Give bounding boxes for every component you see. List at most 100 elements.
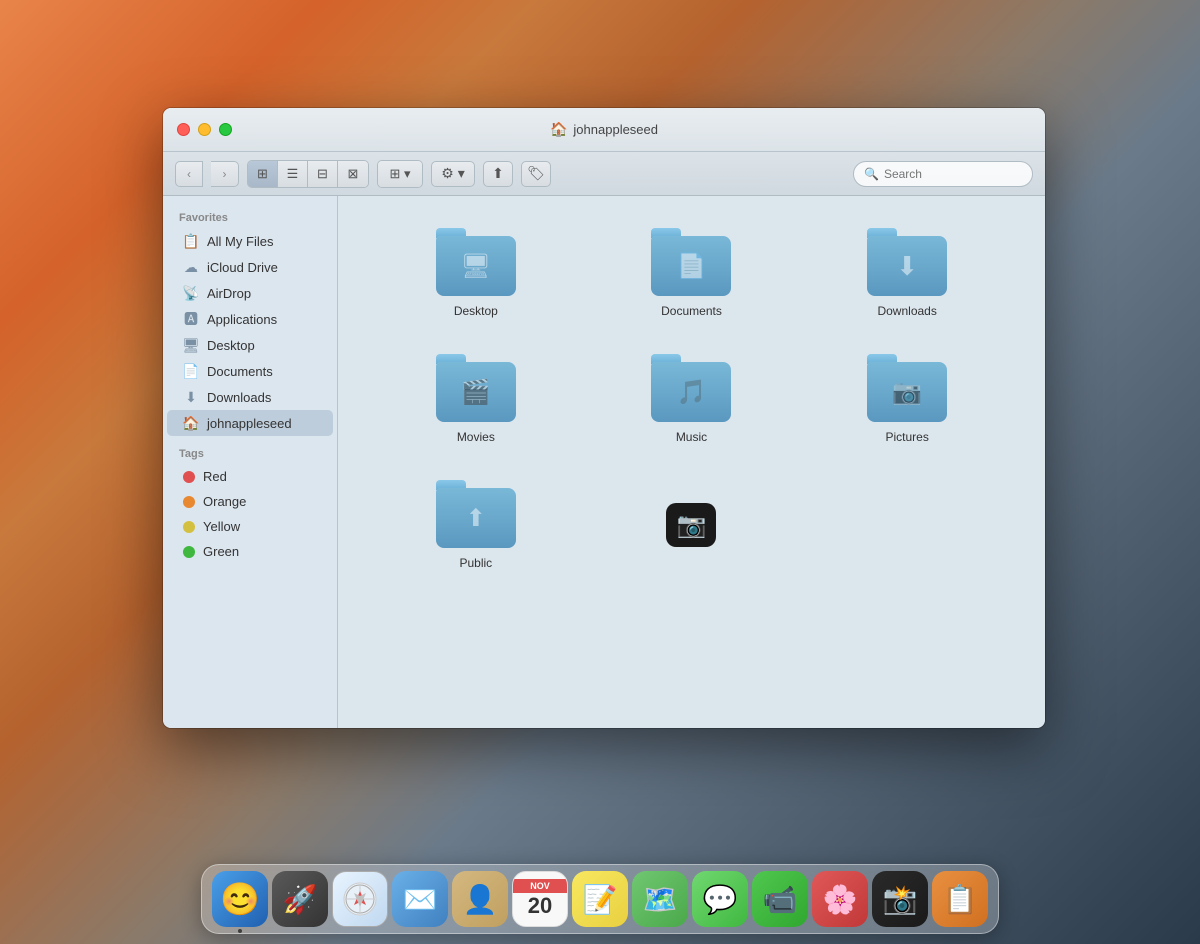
window-controls — [177, 123, 232, 136]
folder-label-desktop: Desktop — [454, 304, 498, 318]
file-grid: 🖥 Desktop 📄 Documents — [338, 196, 1045, 602]
folder-icon-music: 🎵 — [651, 354, 731, 422]
file-grid-container: 🖥 Desktop 📄 Documents — [338, 196, 1045, 728]
close-button[interactable] — [177, 123, 190, 136]
coverflow-view-button[interactable]: ⊠ — [338, 161, 368, 187]
airdrop-icon: 📡 — [183, 285, 199, 301]
folder-label-downloads: Downloads — [877, 304, 936, 318]
nav-back-button[interactable]: ‹ — [175, 161, 203, 187]
folder-icon-desktop: 🖥 — [436, 228, 516, 296]
camera-icon: 📷 — [666, 503, 716, 547]
dock-facetime[interactable]: 📹 — [752, 871, 808, 927]
maximize-button[interactable] — [219, 123, 232, 136]
sidebar-item-applications[interactable]: 🅰 Applications — [167, 306, 333, 332]
folder-documents[interactable]: 📄 Documents — [584, 220, 800, 326]
view-mode-group: ⊞ ☰ ⊟ ⊠ — [247, 160, 369, 188]
folder-icon-public: ⬆ — [436, 480, 516, 548]
tag-button[interactable]: 🏷 — [521, 161, 551, 187]
folder-icon-pictures: 📷 — [867, 354, 947, 422]
folder-label-music: Music — [676, 430, 707, 444]
applications-label: Applications — [207, 312, 277, 327]
dock-photo-stream[interactable]: 🌸 — [812, 871, 868, 927]
dock-safari[interactable] — [332, 871, 388, 927]
all-my-files-icon: 📋 — [183, 233, 199, 249]
minimize-button[interactable] — [198, 123, 211, 136]
sidebar-item-airdrop[interactable]: 📡 AirDrop — [167, 280, 333, 306]
folder-pictures[interactable]: 📷 Pictures — [799, 346, 1015, 452]
home-sidebar-icon: 🏠 — [183, 415, 199, 431]
folder-music[interactable]: 🎵 Music — [584, 346, 800, 452]
yellow-tag-label: Yellow — [203, 519, 240, 534]
finder-window: 🏠 johnappleseed ‹ › ⊞ ☰ ⊟ ⊠ ⊞ ▾ ⚙ ▾ ⬆ 🏷 … — [163, 108, 1045, 728]
icloud-drive-label: iCloud Drive — [207, 260, 278, 275]
sidebar-item-icloud-drive[interactable]: ☁ iCloud Drive — [167, 254, 333, 280]
downloads-label: Downloads — [207, 390, 271, 405]
applications-icon: 🅰 — [183, 311, 199, 327]
folder-desktop[interactable]: 🖥 Desktop — [368, 220, 584, 326]
folder-label-public: Public — [459, 556, 492, 570]
dock-finder[interactable]: 😊 — [212, 871, 268, 927]
dock-notes[interactable]: 📝 — [572, 871, 628, 927]
dock-calendar[interactable]: NOV 20 — [512, 871, 568, 927]
sidebar-tag-orange[interactable]: Orange — [167, 489, 333, 514]
downloads-icon: ⬇ — [183, 389, 199, 405]
folder-icon-documents: 📄 — [651, 228, 731, 296]
red-tag-dot — [183, 471, 195, 483]
action-button[interactable]: ⚙ ▾ — [431, 161, 475, 187]
sidebar-tag-green[interactable]: Green — [167, 539, 333, 564]
green-tag-dot — [183, 546, 195, 558]
search-box: 🔍 — [853, 161, 1033, 187]
favorites-header: Favorites — [163, 208, 337, 228]
desktop-icon: 🖥 — [183, 337, 199, 353]
arrange-button[interactable]: ⊞ ▾ — [378, 161, 422, 187]
folder-label-documents: Documents — [661, 304, 722, 318]
icon-view-button[interactable]: ⊞ — [248, 161, 278, 187]
home-icon: 🏠 — [550, 121, 567, 138]
johnappleseed-label: johnappleseed — [207, 416, 292, 431]
sidebar-item-documents[interactable]: 📄 Documents — [167, 358, 333, 384]
title-text: johnappleseed — [573, 122, 658, 137]
folder-movies[interactable]: 🎬 Movies — [368, 346, 584, 452]
folder-label-pictures: Pictures — [885, 430, 928, 444]
desktop-label: Desktop — [207, 338, 255, 353]
search-input[interactable] — [884, 167, 1022, 181]
toolbar: ‹ › ⊞ ☰ ⊟ ⊠ ⊞ ▾ ⚙ ▾ ⬆ 🏷 🔍 — [163, 152, 1045, 196]
title-bar: 🏠 johnappleseed — [163, 108, 1045, 152]
sidebar-item-downloads[interactable]: ⬇ Downloads — [167, 384, 333, 410]
yellow-tag-dot — [183, 521, 195, 533]
icloud-drive-icon: ☁ — [183, 259, 199, 275]
documents-icon: 📄 — [183, 363, 199, 379]
dock-finder-dot — [238, 929, 242, 933]
sidebar-item-all-my-files[interactable]: 📋 All My Files — [167, 228, 333, 254]
column-view-button[interactable]: ⊟ — [308, 161, 338, 187]
folder-public[interactable]: ⬆ Public — [368, 472, 584, 578]
search-icon: 🔍 — [864, 167, 879, 181]
sidebar-tag-yellow[interactable]: Yellow — [167, 514, 333, 539]
green-tag-label: Green — [203, 544, 239, 559]
all-my-files-label: All My Files — [207, 234, 273, 249]
content-area: Favorites 📋 All My Files ☁ iCloud Drive … — [163, 196, 1045, 728]
dock-photo-booth[interactable]: 📸 — [872, 871, 928, 927]
sidebar-item-desktop[interactable]: 🖥 Desktop — [167, 332, 333, 358]
sidebar-item-johnappleseed[interactable]: 🏠 johnappleseed — [167, 410, 333, 436]
documents-label: Documents — [207, 364, 273, 379]
orange-tag-dot — [183, 496, 195, 508]
sidebar: Favorites 📋 All My Files ☁ iCloud Drive … — [163, 196, 338, 728]
folder-icon-movies: 🎬 — [436, 354, 516, 422]
dock-messages[interactable]: 💬 — [692, 871, 748, 927]
window-title: 🏠 johnappleseed — [550, 121, 658, 138]
dock-mail[interactable]: ✉️ — [392, 871, 448, 927]
folder-downloads[interactable]: ⬇ Downloads — [799, 220, 1015, 326]
folder-icon-downloads: ⬇ — [867, 228, 947, 296]
dock-pages[interactable]: 📋 — [932, 871, 988, 927]
airdrop-label: AirDrop — [207, 286, 251, 301]
share-button[interactable]: ⬆ — [483, 161, 513, 187]
sidebar-tag-red[interactable]: Red — [167, 464, 333, 489]
dock-maps[interactable]: 🗺️ — [632, 871, 688, 927]
nav-forward-button[interactable]: › — [211, 161, 239, 187]
list-view-button[interactable]: ☰ — [278, 161, 308, 187]
dock-launchpad[interactable]: 🚀 — [272, 871, 328, 927]
dock-contacts[interactable]: 👤 — [452, 871, 508, 927]
screenshot-camera: 📷 — [584, 472, 800, 578]
arrange-group: ⊞ ▾ — [377, 160, 423, 188]
